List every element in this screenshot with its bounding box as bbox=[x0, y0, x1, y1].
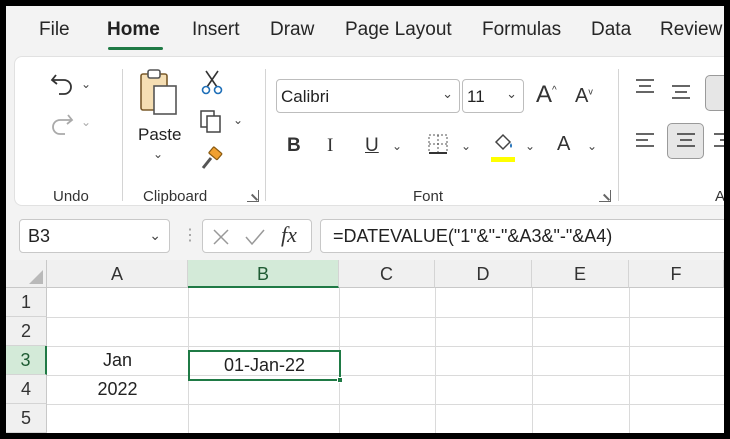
cell-a3[interactable]: Jan bbox=[47, 346, 188, 375]
align-middle-icon[interactable] bbox=[668, 81, 694, 105]
font-color-button[interactable]: A bbox=[557, 133, 570, 156]
font-name-select[interactable]: Calibri ⌄ bbox=[276, 79, 460, 113]
font-size-value: 11 bbox=[467, 87, 485, 106]
column-header-c[interactable]: C bbox=[339, 260, 435, 288]
fill-handle[interactable] bbox=[337, 377, 343, 383]
fill-color-swatch bbox=[491, 157, 515, 162]
underline-button[interactable]: U bbox=[365, 135, 379, 157]
increase-font-size-button[interactable]: A^ bbox=[536, 81, 557, 109]
gridline bbox=[435, 288, 436, 433]
row-header-2[interactable]: 2 bbox=[6, 317, 47, 346]
column-header-f[interactable]: F bbox=[629, 260, 724, 288]
undo-group-label: Undo bbox=[53, 188, 89, 205]
tab-insert[interactable]: Insert bbox=[192, 19, 240, 41]
font-color-dropdown-icon[interactable]: ⌄ bbox=[587, 139, 597, 153]
decrease-font-size-button[interactable]: Av bbox=[575, 85, 593, 108]
cell-b3[interactable]: 01-Jan-22 bbox=[188, 350, 341, 381]
group-divider bbox=[122, 69, 123, 201]
gridline bbox=[532, 288, 533, 433]
tab-home[interactable]: Home bbox=[107, 19, 160, 41]
clipboard-group-label: Clipboard bbox=[143, 188, 208, 205]
decrease-font-glyph: A bbox=[575, 85, 589, 107]
gridline bbox=[47, 404, 724, 405]
column-header-e[interactable]: E bbox=[532, 260, 629, 288]
paste-icon[interactable] bbox=[137, 67, 181, 119]
redo-dropdown-icon: ⌄ bbox=[81, 115, 92, 129]
font-size-select[interactable]: 11 ⌄ bbox=[462, 79, 524, 113]
select-all-button[interactable] bbox=[6, 260, 47, 288]
align-right-icon[interactable] bbox=[711, 129, 724, 153]
alignment-group-label: Al bbox=[715, 188, 724, 205]
active-tab-indicator bbox=[108, 47, 163, 50]
row-header-4[interactable]: 4 bbox=[6, 375, 47, 404]
ribbon: ⌄ ⌄ Undo Paste ⌄ ⌄ Clipboard Calibri ⌄ 1… bbox=[6, 52, 724, 212]
fill-color-icon[interactable] bbox=[489, 129, 517, 157]
cell-a4[interactable]: 2022 bbox=[47, 375, 188, 404]
group-divider bbox=[618, 69, 619, 201]
formula-controls: fx bbox=[202, 219, 312, 253]
menu-bar: File Home Insert Draw Page Layout Formul… bbox=[6, 6, 724, 52]
tab-formulas[interactable]: Formulas bbox=[482, 19, 561, 41]
clipboard-launcher-icon[interactable] bbox=[247, 190, 259, 202]
tab-review[interactable]: Review bbox=[660, 19, 722, 41]
tab-data[interactable]: Data bbox=[591, 19, 631, 41]
cancel-icon[interactable] bbox=[210, 226, 232, 248]
insert-function-icon[interactable]: fx bbox=[281, 222, 297, 248]
increase-font-glyph: A bbox=[536, 81, 553, 108]
cut-icon[interactable] bbox=[199, 69, 225, 95]
align-left-icon[interactable] bbox=[632, 129, 658, 153]
formula-input[interactable]: =DATEVALUE("1"&"-"&A3&"-"&A4) bbox=[320, 219, 724, 253]
name-box[interactable]: B3 ⌄ bbox=[19, 219, 170, 253]
name-box-value: B3 bbox=[28, 226, 51, 246]
undo-dropdown-icon[interactable]: ⌄ bbox=[81, 77, 91, 91]
column-header-b[interactable]: B bbox=[188, 260, 339, 288]
align-top-icon[interactable] bbox=[632, 75, 658, 99]
group-divider bbox=[265, 69, 266, 201]
tab-page-layout[interactable]: Page Layout bbox=[345, 19, 452, 41]
row-header-1[interactable]: 1 bbox=[6, 288, 47, 317]
chevron-down-icon: ⌄ bbox=[149, 227, 161, 243]
borders-dropdown-icon[interactable]: ⌄ bbox=[461, 139, 471, 153]
format-painter-icon[interactable] bbox=[197, 145, 225, 173]
chevron-down-icon: ⌄ bbox=[442, 86, 453, 101]
worksheet-grid: A B C D E F 1 2 3 4 5 Jan 2022 01-Jan-22 bbox=[6, 260, 724, 433]
undo-icon[interactable] bbox=[47, 69, 77, 99]
gridline bbox=[47, 317, 724, 318]
fill-color-dropdown-icon[interactable]: ⌄ bbox=[525, 139, 535, 153]
bold-button[interactable]: B bbox=[287, 135, 301, 157]
underline-dropdown-icon[interactable]: ⌄ bbox=[392, 139, 402, 153]
copy-dropdown-icon[interactable]: ⌄ bbox=[233, 113, 243, 127]
font-launcher-icon[interactable] bbox=[599, 190, 611, 202]
align-center-button[interactable] bbox=[667, 123, 704, 159]
tab-file[interactable]: File bbox=[39, 19, 70, 41]
enter-icon[interactable] bbox=[243, 226, 267, 248]
row-header-3[interactable]: 3 bbox=[6, 346, 47, 375]
formula-bar: B3 ⌄ ⋮ fx =DATEVALUE("1"&"-"&A3&"-"&A4) bbox=[6, 212, 724, 260]
font-name-value: Calibri bbox=[281, 87, 330, 106]
ribbon-panel: ⌄ ⌄ Undo Paste ⌄ ⌄ Clipboard Calibri ⌄ 1… bbox=[14, 56, 724, 206]
copy-icon[interactable] bbox=[197, 107, 225, 135]
row-header-5[interactable]: 5 bbox=[6, 404, 47, 433]
more-options-icon[interactable]: ⋮ bbox=[182, 225, 198, 245]
redo-icon bbox=[47, 109, 77, 139]
font-group-label: Font bbox=[413, 188, 444, 205]
gridline bbox=[629, 288, 630, 433]
column-header-a[interactable]: A bbox=[47, 260, 188, 288]
align-bottom-button[interactable] bbox=[705, 75, 724, 111]
chevron-down-icon: ⌄ bbox=[506, 86, 517, 101]
italic-button[interactable]: I bbox=[327, 135, 333, 157]
excel-window: File Home Insert Draw Page Layout Formul… bbox=[6, 6, 724, 433]
paste-button[interactable]: Paste bbox=[138, 125, 181, 145]
borders-icon[interactable] bbox=[425, 131, 451, 157]
column-header-d[interactable]: D bbox=[435, 260, 532, 288]
tab-draw[interactable]: Draw bbox=[270, 19, 314, 41]
paste-dropdown-icon[interactable]: ⌄ bbox=[153, 147, 163, 161]
